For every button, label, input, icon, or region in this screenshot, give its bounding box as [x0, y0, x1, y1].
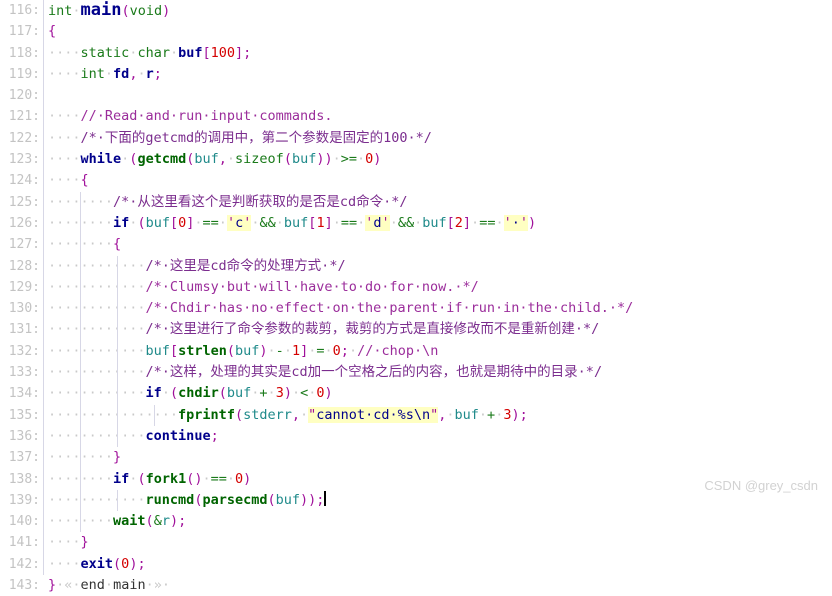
- code-line[interactable]: 121: ····//·Read·and·run·input·commands.: [0, 106, 832, 128]
- line-number: 125:: [8, 194, 40, 210]
- code-line[interactable]: 117: {: [0, 21, 832, 43]
- csdn-watermark: CSDN @grey_csdn: [704, 478, 818, 493]
- line-content[interactable]: ········wait(&r);: [43, 511, 832, 533]
- line-content[interactable]: ············continue;: [43, 425, 832, 448]
- line-content[interactable]: ············/*·这里是cd命令的处理方式·*/: [43, 255, 832, 277]
- line-number: 121:: [8, 109, 40, 125]
- code-line[interactable]: 133: ············/*·这样，处理的其实是cd加一个空格之后的内…: [0, 362, 832, 384]
- code-line[interactable]: 120:: [0, 85, 832, 107]
- line-number: 142:: [8, 556, 40, 572]
- code-line[interactable]: 135: ················fprintf(stderr,·"ca…: [0, 404, 832, 426]
- line-content[interactable]: ········/*·从这里看这个是判断获取的是否是cd命令·*/: [43, 191, 832, 213]
- line-content[interactable]: {: [43, 21, 832, 43]
- line-content[interactable]: }·«·end·main·»·: [43, 575, 832, 596]
- line-content[interactable]: ····//·Read·and·run·input·commands.: [43, 106, 832, 128]
- text-cursor: [324, 490, 326, 506]
- code-line[interactable]: 139: ············runcmd(parsecmd(buf));: [0, 489, 832, 512]
- line-content[interactable]: ············/*·这里进行了命令参数的裁剪，裁剪的方式是直接修改而不…: [43, 319, 832, 341]
- code-line[interactable]: 141: ····}: [0, 532, 832, 554]
- line-number: 132:: [8, 343, 40, 359]
- line-number: 117:: [8, 24, 40, 40]
- line-number: 141:: [8, 535, 40, 551]
- code-editor[interactable]: 116: int·main(void) 117: { 118: ····stat…: [0, 0, 832, 593]
- line-content[interactable]: ········}: [43, 447, 832, 469]
- code-line[interactable]: 125: ········/*·从这里看这个是判断获取的是否是cd命令·*/: [0, 191, 832, 213]
- code-line[interactable]: 119: ····int·fd,·r;: [0, 63, 832, 86]
- code-line[interactable]: 127: ········{: [0, 234, 832, 256]
- line-content[interactable]: ····int·fd,·r;: [43, 63, 832, 86]
- code-line[interactable]: 126: ········if·(buf[0]·==·'c'·&&·buf[1]…: [0, 212, 832, 235]
- line-content[interactable]: ············/*·Chdir·has·no·effect·on·th…: [43, 298, 832, 320]
- line-content[interactable]: ····}: [43, 532, 832, 554]
- line-number: 134:: [8, 386, 40, 402]
- line-number: 139:: [8, 492, 40, 508]
- line-number: 131:: [8, 322, 40, 338]
- line-content[interactable]: ············/*·Clumsy·but·will·have·to·d…: [43, 276, 832, 299]
- code-line[interactable]: 128: ············/*·这里是cd命令的处理方式·*/: [0, 255, 832, 277]
- line-number: 116:: [8, 3, 40, 18]
- code-line[interactable]: 132: ············buf[strlen(buf)·-·1]·=·…: [0, 340, 832, 363]
- code-line[interactable]: 134: ············if·(chdir(buf·+·3)·<·0): [0, 383, 832, 405]
- line-content[interactable]: int·main(void): [43, 0, 832, 22]
- line-content[interactable]: ····/*·下面的getcmd的调用中，第二个参数是固定的100·*/: [43, 127, 832, 150]
- code-line[interactable]: 130: ············/*·Chdir·has·no·effect·…: [0, 298, 832, 320]
- code-line[interactable]: 131: ············/*·这里进行了命令参数的裁剪，裁剪的方式是直…: [0, 319, 832, 341]
- line-content[interactable]: ············/*·这样，处理的其实是cd加一个空格之后的内容，也就是…: [43, 362, 832, 384]
- code-line[interactable]: 123: ····while·(getcmd(buf,·sizeof(buf))…: [0, 149, 832, 171]
- line-number: 122:: [8, 130, 40, 146]
- code-line[interactable]: 136: ············continue;: [0, 425, 832, 448]
- line-number: 138:: [8, 471, 40, 487]
- line-number: 136:: [8, 428, 40, 444]
- code-line[interactable]: 140: ········wait(&r);: [0, 511, 832, 533]
- code-line[interactable]: 137: ········}: [0, 447, 832, 469]
- code-line[interactable]: 142: ····exit(0);: [0, 553, 832, 576]
- line-number: 143:: [8, 578, 40, 594]
- line-content[interactable]: ····exit(0);: [43, 553, 832, 576]
- code-line[interactable]: 129: ············/*·Clumsy·but·will·have…: [0, 276, 832, 299]
- line-number: 140:: [8, 514, 40, 530]
- line-number: 119:: [8, 66, 40, 82]
- code-line[interactable]: 124: ····{: [0, 170, 832, 192]
- line-number: 123:: [8, 152, 40, 168]
- line-number: 129:: [8, 279, 40, 295]
- code-line[interactable]: 143: }·«·end·main·»·: [0, 575, 832, 596]
- line-content[interactable]: ····while·(getcmd(buf,·sizeof(buf))·>=·0…: [43, 149, 832, 171]
- line-content[interactable]: ········if·(buf[0]·==·'c'·&&·buf[1]·==·'…: [43, 212, 832, 235]
- line-number: 118:: [8, 45, 40, 61]
- line-number: 135:: [8, 407, 40, 423]
- line-number: 120:: [8, 88, 40, 104]
- line-content[interactable]: ················fprintf(stderr,·"cannot·…: [43, 404, 832, 426]
- line-number: 128:: [8, 258, 40, 274]
- line-content[interactable]: ····static·char·buf[100];: [43, 42, 832, 64]
- code-line[interactable]: 122: ····/*·下面的getcmd的调用中，第二个参数是固定的100·*…: [0, 127, 832, 150]
- line-number: 130:: [8, 301, 40, 317]
- line-number: 126:: [8, 215, 40, 231]
- line-number: 133:: [8, 365, 40, 381]
- line-content[interactable]: ········{: [43, 234, 832, 256]
- code-line[interactable]: 116: int·main(void): [0, 0, 832, 22]
- line-content[interactable]: ············runcmd(parsecmd(buf));: [43, 489, 832, 512]
- line-content[interactable]: ············if·(chdir(buf·+·3)·<·0): [43, 383, 832, 405]
- code-line[interactable]: 118: ····static·char·buf[100];: [0, 42, 832, 64]
- line-number: 124:: [8, 173, 40, 189]
- line-number: 127:: [8, 237, 40, 253]
- line-number: 137:: [8, 450, 40, 466]
- line-content[interactable]: ············buf[strlen(buf)·-·1]·=·0;·//…: [43, 340, 832, 363]
- line-content[interactable]: ····{: [43, 170, 832, 192]
